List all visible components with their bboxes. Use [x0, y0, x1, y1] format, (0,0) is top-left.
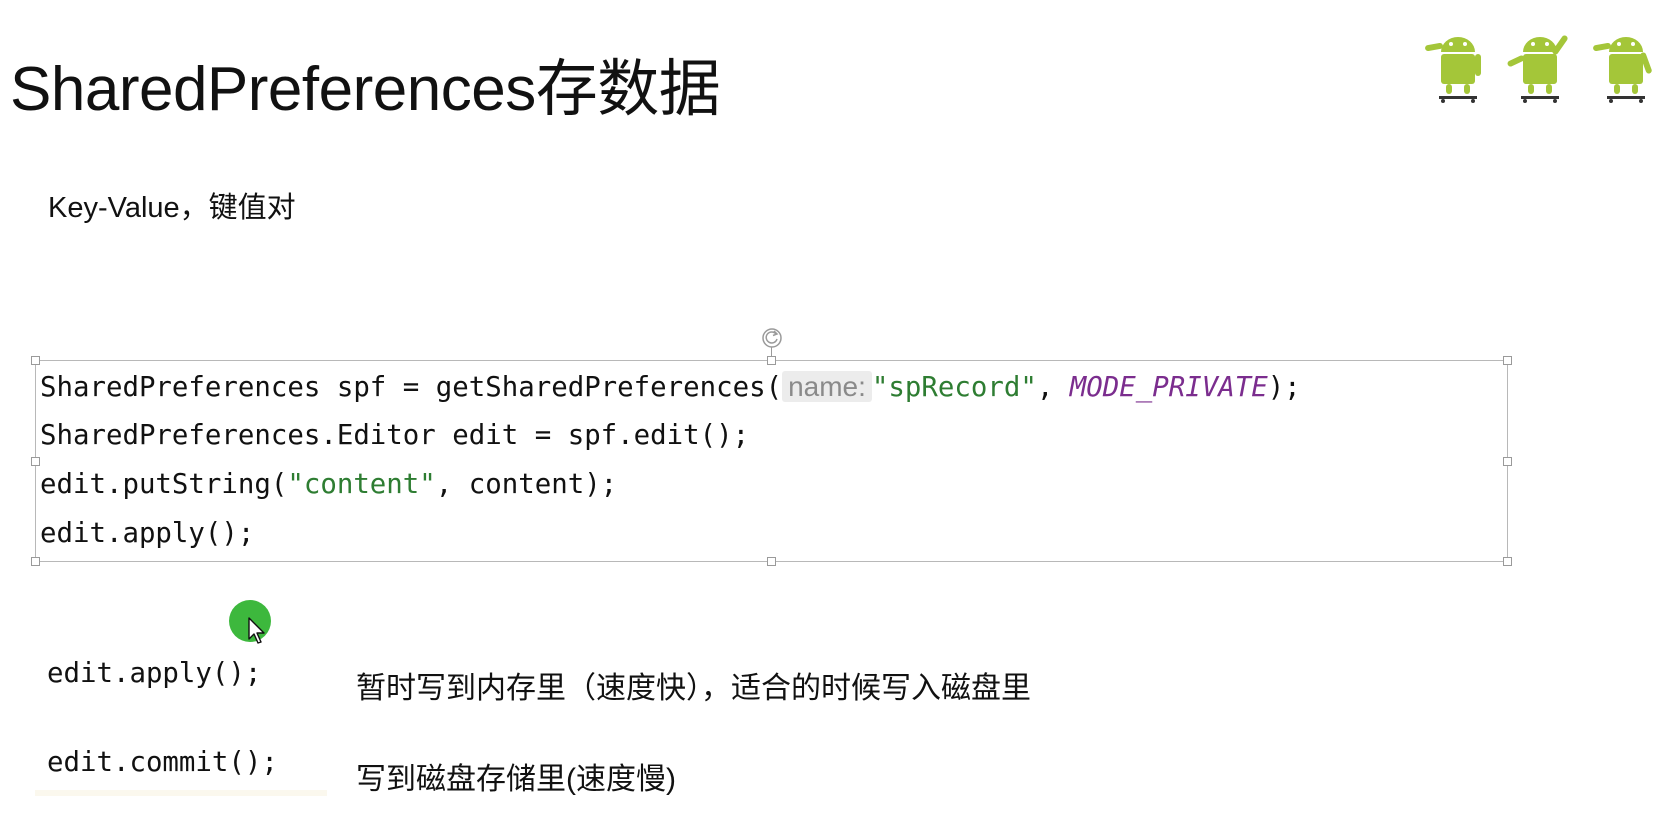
code-text: edit.putString(	[40, 469, 288, 500]
commit-method: edit.commit();	[47, 747, 278, 778]
commit-highlight-bar	[35, 790, 327, 796]
android-mascots	[1425, 35, 1652, 103]
code-text: , content);	[435, 469, 618, 500]
resize-handle-bottom-right[interactable]	[1503, 557, 1512, 566]
resize-handle-top-right[interactable]	[1503, 356, 1512, 365]
code-line-2: SharedPreferences.Editor edit = spf.edit…	[40, 420, 750, 451]
resize-handle-top-left[interactable]	[31, 356, 40, 365]
android-mascot-icon	[1425, 37, 1481, 103]
code-text: ,	[1036, 372, 1070, 403]
slide-title: SharedPreferences存数据	[10, 55, 721, 124]
resize-handle-middle-right[interactable]	[1503, 457, 1512, 466]
string-literal: "content"	[287, 469, 436, 500]
rotate-handle-icon[interactable]	[760, 326, 784, 350]
constant: MODE_PRIVATE	[1069, 372, 1268, 403]
mouse-pointer-icon	[248, 617, 265, 644]
code-line-4: edit.apply();	[40, 518, 255, 549]
code-text: SharedPreferences spf = getSharedPrefere…	[40, 372, 783, 403]
code-block: SharedPreferences spf = getSharedPrefere…	[40, 362, 1301, 558]
code-line-1: SharedPreferences spf = getSharedPrefere…	[40, 362, 1301, 411]
apply-description: 暂时写到内存里（速度快），适合的时候写入磁盘里	[356, 672, 1031, 705]
code-text: );	[1267, 372, 1301, 403]
android-mascot-icon	[1593, 37, 1652, 103]
resize-handle-bottom-left[interactable]	[31, 557, 40, 566]
parameter-hint: name:	[782, 371, 872, 402]
apply-method: edit.apply();	[47, 658, 262, 689]
code-line-3: edit.putString("content", content);	[40, 460, 1301, 509]
resize-handle-middle-left[interactable]	[31, 457, 40, 466]
key-value-subtitle: Key-Value，键值对	[48, 192, 296, 224]
commit-description: 写到磁盘存储里(速度慢)	[356, 763, 676, 796]
string-literal: "spRecord"	[871, 372, 1037, 403]
android-mascot-icon	[1507, 35, 1568, 103]
resize-handle-bottom-center[interactable]	[767, 557, 776, 566]
